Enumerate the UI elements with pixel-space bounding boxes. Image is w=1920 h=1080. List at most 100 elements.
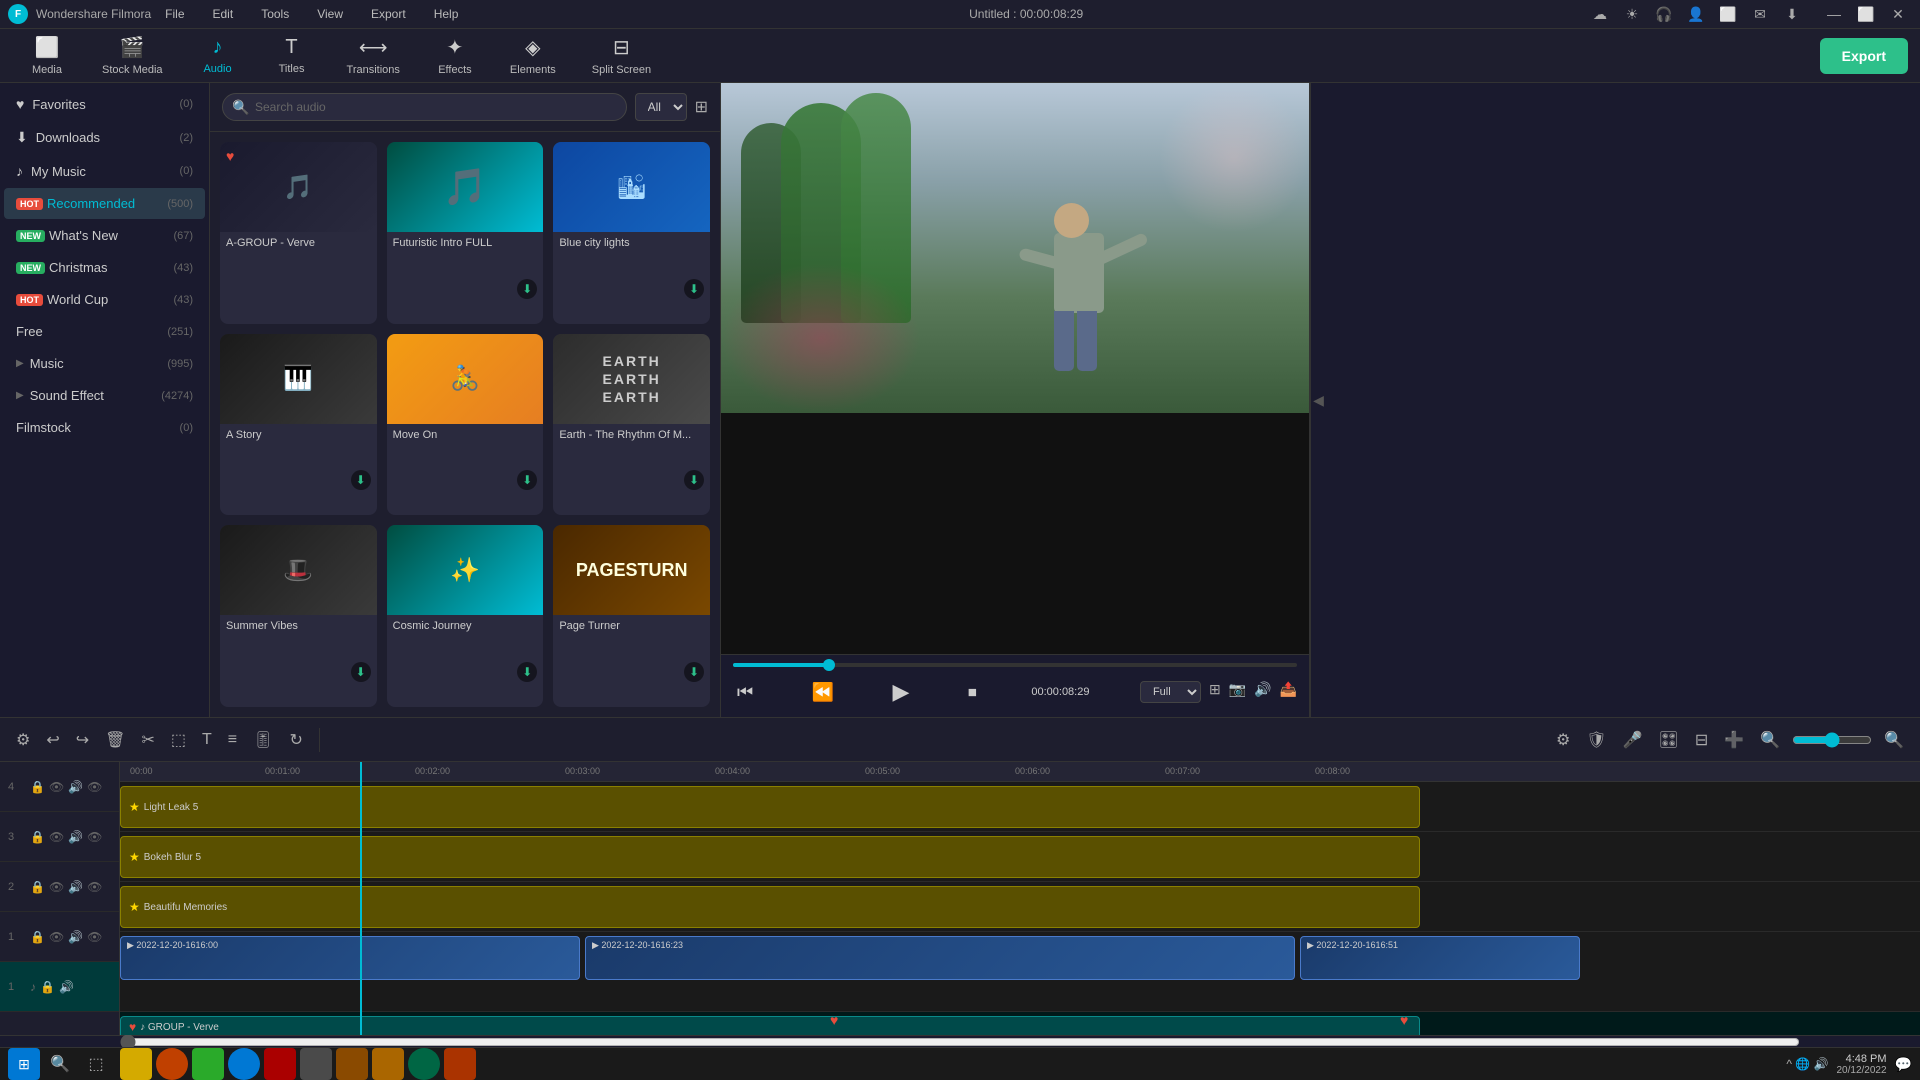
taskbar-app-7[interactable] bbox=[336, 1048, 368, 1080]
select-icon[interactable]: ⬚ bbox=[167, 726, 190, 754]
sidebar-item-music[interactable]: ▶ Music (995) bbox=[4, 348, 205, 379]
zoom-out-icon[interactable]: 🔍 bbox=[1756, 726, 1784, 754]
play-button[interactable]: ▶ bbox=[889, 675, 914, 709]
track-1-eye-icon[interactable]: 👁 bbox=[49, 930, 64, 944]
zoom-select[interactable]: Full 50% 75% bbox=[1140, 681, 1201, 703]
clock[interactable]: 4:48 PM 20/12/2022 bbox=[1837, 1053, 1887, 1076]
panel-collapse-icon[interactable]: ◀ bbox=[1311, 83, 1326, 717]
menu-view[interactable]: View bbox=[311, 3, 349, 25]
audio-card-5[interactable]: 🚴 ⬇ Move On bbox=[387, 334, 544, 516]
menu-help[interactable]: Help bbox=[428, 3, 465, 25]
sidebar-item-recommended[interactable]: HOT Recommended (500) bbox=[4, 188, 205, 219]
clip-bokeh-blur[interactable]: ★ Bokeh Blur 5 bbox=[120, 836, 1420, 878]
sidebar-item-favorites[interactable]: ♥ Favorites (0) bbox=[4, 88, 205, 120]
search-input[interactable] bbox=[222, 93, 627, 121]
clip-beautiful-memories[interactable]: ★ Beautifu Memories bbox=[120, 886, 1420, 928]
track-1-eye2-icon[interactable]: 👁 bbox=[87, 930, 102, 944]
track-2-eye-icon[interactable]: 👁 bbox=[49, 880, 64, 894]
timeline-mic-icon[interactable]: 🎤 bbox=[1619, 726, 1647, 754]
audio-clip[interactable]: ♥ ♪ GROUP - Verve bbox=[120, 1016, 1420, 1035]
track-1-lock-icon[interactable]: 🔒 bbox=[30, 930, 45, 944]
sidebar-item-filmstock[interactable]: Filmstock (0) bbox=[4, 412, 205, 443]
audio-card-3[interactable]: 🏙 ⬇ Blue city lights bbox=[553, 142, 710, 324]
timeline-mix-icon[interactable]: 🎛 bbox=[1655, 726, 1683, 754]
equalizer-icon[interactable]: ≡ bbox=[224, 727, 241, 753]
grid-view-icon[interactable]: ⊞ bbox=[695, 97, 708, 117]
download-icon[interactable]: ⬇ bbox=[1780, 2, 1804, 26]
notification-icon[interactable]: 💬 bbox=[1895, 1056, 1912, 1073]
toolbar-titles[interactable]: T Titles bbox=[257, 30, 327, 81]
track-3-eye2-icon[interactable]: 👁 bbox=[87, 830, 102, 844]
preview-snapshot-icon[interactable]: 📷 bbox=[1229, 681, 1246, 703]
preview-fit-icon[interactable]: ⊞ bbox=[1209, 681, 1221, 703]
taskbar-app-8[interactable] bbox=[372, 1048, 404, 1080]
track-2-lock-icon[interactable]: 🔒 bbox=[30, 880, 45, 894]
toolbar-audio[interactable]: ♪ Audio bbox=[183, 30, 253, 81]
sidebar-item-christmas[interactable]: NEW Christmas (43) bbox=[4, 252, 205, 283]
audio-card-1[interactable]: 🎵 ♥ A-GROUP - Verve bbox=[220, 142, 377, 324]
maximize-button[interactable]: ⬜ bbox=[1852, 0, 1880, 28]
track-4-eye-icon[interactable]: 👁 bbox=[49, 780, 64, 794]
playhead[interactable] bbox=[360, 762, 362, 782]
timeline-split-icon[interactable]: ⊟ bbox=[1691, 726, 1712, 754]
menu-export[interactable]: Export bbox=[365, 3, 412, 25]
track-3-vol-icon[interactable]: 🔊 bbox=[68, 830, 83, 844]
timeline-add-icon[interactable]: ➕ bbox=[1720, 726, 1748, 754]
taskbar-app-10[interactable] bbox=[444, 1048, 476, 1080]
minimize-button[interactable]: — bbox=[1820, 0, 1848, 28]
taskbar-app-6[interactable] bbox=[300, 1048, 332, 1080]
zoom-slider[interactable] bbox=[1792, 732, 1872, 748]
sidebar-item-whats-new[interactable]: NEW What's New (67) bbox=[4, 220, 205, 251]
preview-export-icon[interactable]: 📤 bbox=[1280, 681, 1297, 703]
sidebar-item-my-music[interactable]: ♪ My Music (0) bbox=[4, 155, 205, 187]
sidebar-item-sound-effect[interactable]: ▶ Sound Effect (4274) bbox=[4, 380, 205, 411]
track-3-eye-icon[interactable]: 👁 bbox=[49, 830, 64, 844]
toolbar-split-screen[interactable]: ⊟ Split Screen bbox=[576, 29, 667, 82]
taskbar-app-9[interactable] bbox=[408, 1048, 440, 1080]
delete-icon[interactable]: 🗑 bbox=[101, 726, 129, 754]
audio-card-7[interactable]: 🎩 ⬇ Summer Vibes bbox=[220, 525, 377, 707]
track-2-eye2-icon[interactable]: 👁 bbox=[87, 880, 102, 894]
sidebar-item-free[interactable]: Free (251) bbox=[4, 316, 205, 347]
audio-card-6[interactable]: EARTH EARTH EARTH ⬇ Earth - The Rhythm O… bbox=[553, 334, 710, 516]
search-taskbar-button[interactable]: 🔍 bbox=[44, 1048, 76, 1080]
zoom-in-icon[interactable]: 🔍 bbox=[1880, 726, 1908, 754]
video-clip-1[interactable]: ▶ 2022-12-20-1616:00 bbox=[120, 936, 580, 980]
track-audio-vol-icon[interactable]: 🔊 bbox=[59, 980, 74, 994]
timeline-settings-icon[interactable]: ⚙ bbox=[12, 726, 34, 754]
track-3-lock-icon[interactable]: 🔒 bbox=[30, 830, 45, 844]
track-4-eye2-icon[interactable]: 👁 bbox=[87, 780, 102, 794]
audio-card-9[interactable]: PAGESTURN ⬇ Page Turner bbox=[553, 525, 710, 707]
taskbar-app-5[interactable] bbox=[264, 1048, 296, 1080]
progress-bar[interactable] bbox=[733, 663, 1297, 667]
preview-audio-icon[interactable]: 🔊 bbox=[1254, 681, 1271, 703]
audio-card-4[interactable]: 🎹 ⬇ A Story bbox=[220, 334, 377, 516]
skip-back-button[interactable]: ⏮ bbox=[733, 678, 757, 707]
tray-icons[interactable]: ^ 🌐 🔊 bbox=[1786, 1057, 1828, 1071]
toolbar-media[interactable]: ⬜ Media bbox=[12, 29, 82, 82]
rotate-icon[interactable]: ↻ bbox=[285, 726, 306, 754]
track-2-vol-icon[interactable]: 🔊 bbox=[68, 880, 83, 894]
audio-card-8[interactable]: ✨ ⬇ Cosmic Journey bbox=[387, 525, 544, 707]
menu-file[interactable]: File bbox=[159, 3, 190, 25]
toolbar-elements[interactable]: ◈ Elements bbox=[494, 29, 572, 82]
task-view-button[interactable]: ⬚ bbox=[80, 1048, 112, 1080]
track-4-lock-icon[interactable]: 🔒 bbox=[30, 780, 45, 794]
video-clip-2[interactable]: ▶ 2022-12-20-1616:23 bbox=[585, 936, 1295, 980]
sidebar-item-downloads[interactable]: ⬇ Downloads (2) bbox=[4, 121, 205, 154]
track-1-vol-icon[interactable]: 🔊 bbox=[68, 930, 83, 944]
text-icon[interactable]: T bbox=[198, 727, 216, 753]
taskbar-app-4[interactable] bbox=[228, 1048, 260, 1080]
screen-icon[interactable]: ⬜ bbox=[1716, 2, 1740, 26]
brightness-icon[interactable]: ☀ bbox=[1620, 2, 1644, 26]
sidebar-item-world-cup[interactable]: HOT World Cup (43) bbox=[4, 284, 205, 315]
stop-button[interactable]: ⏹ bbox=[964, 678, 981, 707]
track-audio-lock-icon[interactable]: 🔒 bbox=[40, 980, 55, 994]
toolbar-transitions[interactable]: ⟷ Transitions bbox=[331, 29, 416, 82]
start-button[interactable]: ⊞ bbox=[8, 1048, 40, 1080]
taskbar-app-1[interactable] bbox=[120, 1048, 152, 1080]
clip-light-leak[interactable]: ★ Light Leak 5 bbox=[120, 786, 1420, 828]
account-icon[interactable]: 👤 bbox=[1684, 2, 1708, 26]
headphone-icon[interactable]: 🎧 bbox=[1652, 2, 1676, 26]
cloud-icon[interactable]: ☁ bbox=[1588, 2, 1612, 26]
